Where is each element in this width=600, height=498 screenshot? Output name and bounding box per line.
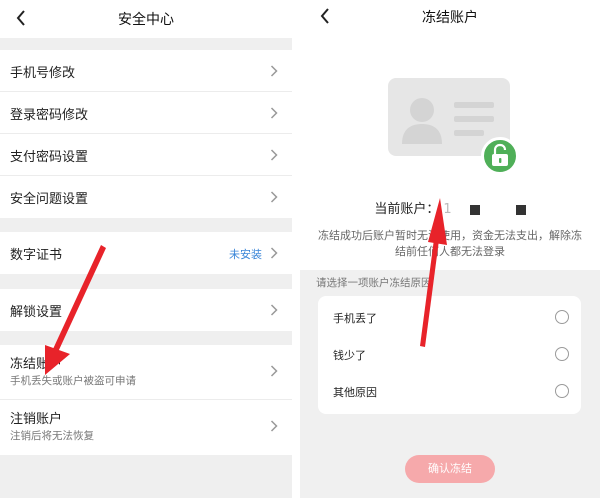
security-center-screen: 安全中心 手机号修改 登录密码修改 支付密码设置 安全问题设置 数字证书 未安装 [0,0,292,498]
current-account-label: 当前账户： [374,202,440,217]
nav-bar: 安全中心 [0,0,292,38]
chevron-right-icon [270,304,278,316]
page-title: 冻结账户 [422,10,478,26]
reason-option-phone-lost[interactable]: 手机丢了 [318,296,581,333]
reason-prompt: 请选择一项账户冻结原因 [316,277,432,289]
chevron-right-icon [270,247,278,259]
reason-label: 手机丢了 [333,312,377,325]
reason-label: 其他原因 [333,386,377,399]
reason-option-money-missing[interactable]: 钱少了 [318,333,581,370]
chevron-right-icon [270,149,278,161]
menu-item-label: 手机号修改 [10,66,76,81]
page-title: 安全中心 [118,12,174,28]
confirm-freeze-button[interactable]: 确认冻结 [405,455,495,483]
unlock-badge [481,137,519,175]
masked-digit [515,204,526,215]
current-account: 当前账户： 1 [300,198,600,217]
reason-option-other[interactable]: 其他原因 [318,370,581,407]
menu-item-label: 数字证书 [10,248,63,263]
menu-item-label: 冻结账户 [10,357,63,372]
account-settings-group: 手机号修改 登录密码修改 支付密码设置 安全问题设置 [0,50,292,218]
current-account-value: 1 [443,202,452,217]
certificate-group: 数字证书 未安装 [0,232,292,274]
reason-list: 手机丢了 钱少了 其他原因 [318,296,581,414]
radio-button[interactable] [555,310,569,324]
freeze-header-area: 冻结账户 当前账户： 1 冻结成功后账户暂时无法使用，资金无法支出，解除冻结前任何… [300,0,600,270]
chevron-right-icon [270,420,278,432]
unlock-icon [492,143,508,166]
menu-item-close-account[interactable]: 注销账户 注销后将无法恢复 [0,400,292,455]
menu-item-security-questions[interactable]: 安全问题设置 [0,176,292,218]
chevron-right-icon [270,107,278,119]
menu-item-change-login-password[interactable]: 登录密码修改 [0,92,292,134]
menu-item-label: 登录密码修改 [10,108,89,123]
chevron-right-icon [270,365,278,377]
freeze-account-screen: 冻结账户 当前账户： 1 冻结成功后账户暂时无法使用，资金无法支出，解除冻结前任何… [300,0,600,498]
menu-item-label: 支付密码设置 [10,150,89,165]
menu-item-label: 安全问题设置 [10,192,89,207]
menu-item-change-phone[interactable]: 手机号修改 [0,50,292,92]
unlock-group: 解锁设置 [0,289,292,331]
chevron-right-icon [270,65,278,77]
chevron-right-icon [270,191,278,203]
menu-item-description: 注销后将无法恢复 [10,430,94,442]
radio-button[interactable] [555,347,569,361]
masked-digit [469,204,480,215]
reason-label: 钱少了 [333,349,366,362]
menu-item-freeze-account[interactable]: 冻结账户 手机丢失或账户被盗可申请 [0,345,292,400]
freeze-notice: 冻结成功后账户暂时无法使用，资金无法支出，解除冻结前任何人都无法登录 [318,229,582,258]
menu-item-payment-password[interactable]: 支付密码设置 [0,134,292,176]
menu-item-label: 解锁设置 [10,305,63,320]
menu-item-label: 注销账户 [10,412,63,427]
menu-item-unlock-settings[interactable]: 解锁设置 [0,289,292,331]
menu-item-digital-certificate[interactable]: 数字证书 未安装 [0,232,292,274]
menu-item-description: 手机丢失或账户被盗可申请 [10,375,136,387]
radio-button[interactable] [555,384,569,398]
certificate-status: 未安装 [229,248,262,261]
account-control-group: 冻结账户 手机丢失或账户被盗可申请 注销账户 注销后将无法恢复 [0,345,292,455]
